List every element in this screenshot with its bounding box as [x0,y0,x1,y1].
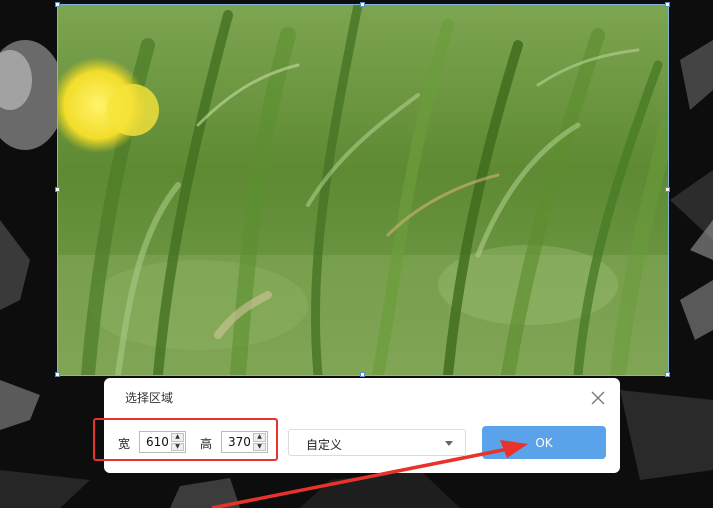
arrow-annotation [211,440,528,508]
